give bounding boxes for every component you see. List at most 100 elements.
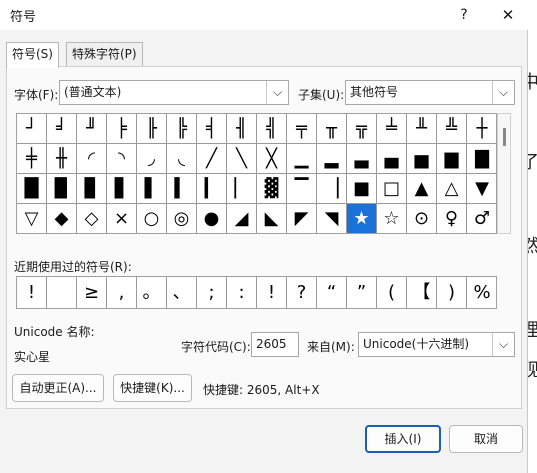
symbol-grid-scrollbar[interactable] [497,113,511,234]
symbol-cell[interactable]: ╪ [17,144,47,174]
chevron-down-icon[interactable]: ⌵ [266,81,288,104]
symbol-cell[interactable]: ◎ [167,204,197,233]
symbol-cell[interactable]: ╛ [47,114,77,144]
symbol-cell[interactable]: ♂ [467,204,496,233]
symbol-grid[interactable]: ┘ ╛ ╜ ╞ ╟ ╠ ╡ ╢ ╣ ╤ ╥ ╦ ╧ ╨ ╩ ┼ ╪ ╫ ◜ ◝ ◞ ◟ ╱ ╲ ╳ ▁ ▂ ▃ ▄ ▅ ▆ ▇ █ ▉ ▊ ▋ ▌ ▍ ▎ ▏… [16,113,497,234]
symbol-cell[interactable]: ▇ [467,144,496,174]
symbol-cell[interactable]: ▔ [287,174,317,204]
symbol-cell[interactable]: ★ [347,204,377,233]
subset-select[interactable]: 其他符号 ⌵ [345,80,515,105]
symbol-cell[interactable]: △ [437,174,467,204]
symbol-cell[interactable]: ■ [347,174,377,204]
symbol-cell[interactable]: ◢ [227,204,257,233]
recent-symbol-cell[interactable]: ” [347,277,377,308]
help-button[interactable]: ? [452,4,476,26]
symbol-cell[interactable]: ┘ [17,114,47,144]
symbol-cell[interactable]: ╨ [407,114,437,144]
close-button[interactable]: ✕ [496,4,520,26]
recent-symbol-cell[interactable]: ≥ [77,277,107,308]
symbol-cell[interactable]: ◇ [77,204,107,233]
symbol-cell[interactable]: ╟ [137,114,167,144]
symbol-cell[interactable]: ▃ [347,144,377,174]
recent-symbol-cell[interactable]: ! [17,277,47,308]
insert-button[interactable]: 插入(I) [365,425,441,453]
tab-symbols[interactable]: 符号(S) [6,42,59,68]
symbol-cell[interactable]: × [107,204,137,233]
symbol-cell[interactable]: ◣ [257,204,287,233]
symbol-cell[interactable]: ╲ [227,144,257,174]
symbol-cell[interactable]: ▼ [467,174,496,204]
recent-symbol-cell[interactable]: “ [317,277,347,308]
symbol-cell[interactable]: ▅ [407,144,437,174]
symbol-cell[interactable]: ╡ [197,114,227,144]
symbol-cell[interactable]: ▁ [287,144,317,174]
symbol-cell[interactable]: ◤ [287,204,317,233]
symbol-cell[interactable]: ╣ [257,114,287,144]
symbol-cell[interactable]: ▌ [137,174,167,204]
symbol-cell[interactable]: ╥ [317,114,347,144]
symbol-cell[interactable]: ◜ [77,144,107,174]
from-label: 来自(M): [307,340,355,354]
font-select[interactable]: (普通文本) ⌵ [59,80,289,105]
shortcut-key-button[interactable]: 快捷键(K)... [113,374,192,402]
recent-symbol-cell[interactable]: ? [287,277,317,308]
symbol-cell[interactable]: ╦ [347,114,377,144]
symbol-cell[interactable]: ╤ [287,114,317,144]
symbol-cell[interactable]: ▋ [107,174,137,204]
symbol-cell[interactable]: ▄ [377,144,407,174]
symbol-cell[interactable]: □ [377,174,407,204]
recent-symbol-cell[interactable]: ; [197,277,227,308]
symbol-cell[interactable]: ☆ [377,204,407,233]
symbol-cell[interactable]: ╠ [167,114,197,144]
symbol-cell[interactable]: ⊙ [407,204,437,233]
symbol-cell[interactable]: ▉ [47,174,77,204]
recent-symbol-cell[interactable]: 、 [167,277,197,308]
recent-symbol-cell[interactable]: ) [437,277,467,308]
symbol-cell[interactable]: ╳ [257,144,287,174]
symbol-cell[interactable]: ◟ [167,144,197,174]
symbol-cell[interactable]: ◆ [47,204,77,233]
symbol-cell[interactable]: ▓ [257,174,287,204]
symbol-cell[interactable]: ╱ [197,144,227,174]
scrollbar-thumb[interactable] [503,128,506,146]
symbol-cell[interactable]: ♀ [437,204,467,233]
symbol-cell[interactable]: ▆ [437,144,467,174]
symbol-cell[interactable]: ▂ [317,144,347,174]
chevron-down-icon[interactable]: ⌵ [492,333,514,356]
recent-symbol-cell[interactable]: 【 [407,277,437,308]
symbol-cell[interactable]: ╜ [77,114,107,144]
symbol-cell[interactable]: ▊ [77,174,107,204]
symbol-cell[interactable]: █ [17,174,47,204]
symbol-cell[interactable]: ┼ [467,114,496,144]
symbol-cell[interactable]: ▲ [407,174,437,204]
symbol-cell[interactable]: ○ [137,204,167,233]
symbol-cell[interactable]: ╫ [47,144,77,174]
chevron-down-icon[interactable]: ⌵ [492,81,514,104]
symbol-cell[interactable]: ╞ [107,114,137,144]
recent-symbol-cell[interactable]: ! [257,277,287,308]
cancel-button[interactable]: 取消 [449,425,523,453]
from-select[interactable]: Unicode(十六进制) ⌵ [358,332,515,357]
symbol-cell[interactable]: ◝ [107,144,137,174]
symbol-cell[interactable]: ◞ [137,144,167,174]
symbol-cell[interactable]: ╩ [437,114,467,144]
recent-symbol-cell[interactable]: 。 [137,277,167,308]
symbol-cell[interactable]: ▕ [317,174,347,204]
recent-symbol-cell[interactable] [47,277,77,308]
autocorrect-button[interactable]: 自动更正(A)... [12,374,104,402]
recent-symbol-cell[interactable]: , [107,277,137,308]
symbol-cell[interactable]: ▏ [227,174,257,204]
recent-symbol-cell[interactable]: % [467,277,497,308]
symbol-cell[interactable]: ▍ [167,174,197,204]
symbol-cell[interactable]: ╢ [227,114,257,144]
symbol-cell[interactable]: ▽ [17,204,47,233]
tab-special-characters[interactable]: 特殊字符(P) [66,42,143,66]
char-code-input[interactable]: 2605 [251,332,299,357]
recent-symbol-cell[interactable]: : [227,277,257,308]
symbol-cell[interactable]: ◥ [317,204,347,233]
recent-symbol-cell[interactable]: ( [377,277,407,308]
symbol-cell[interactable]: ▎ [197,174,227,204]
symbol-cell[interactable]: ╧ [377,114,407,144]
recent-symbols-list[interactable]: ! ≥,。、;:!? “”(【)% [16,276,497,309]
symbol-cell[interactable]: ● [197,204,227,233]
